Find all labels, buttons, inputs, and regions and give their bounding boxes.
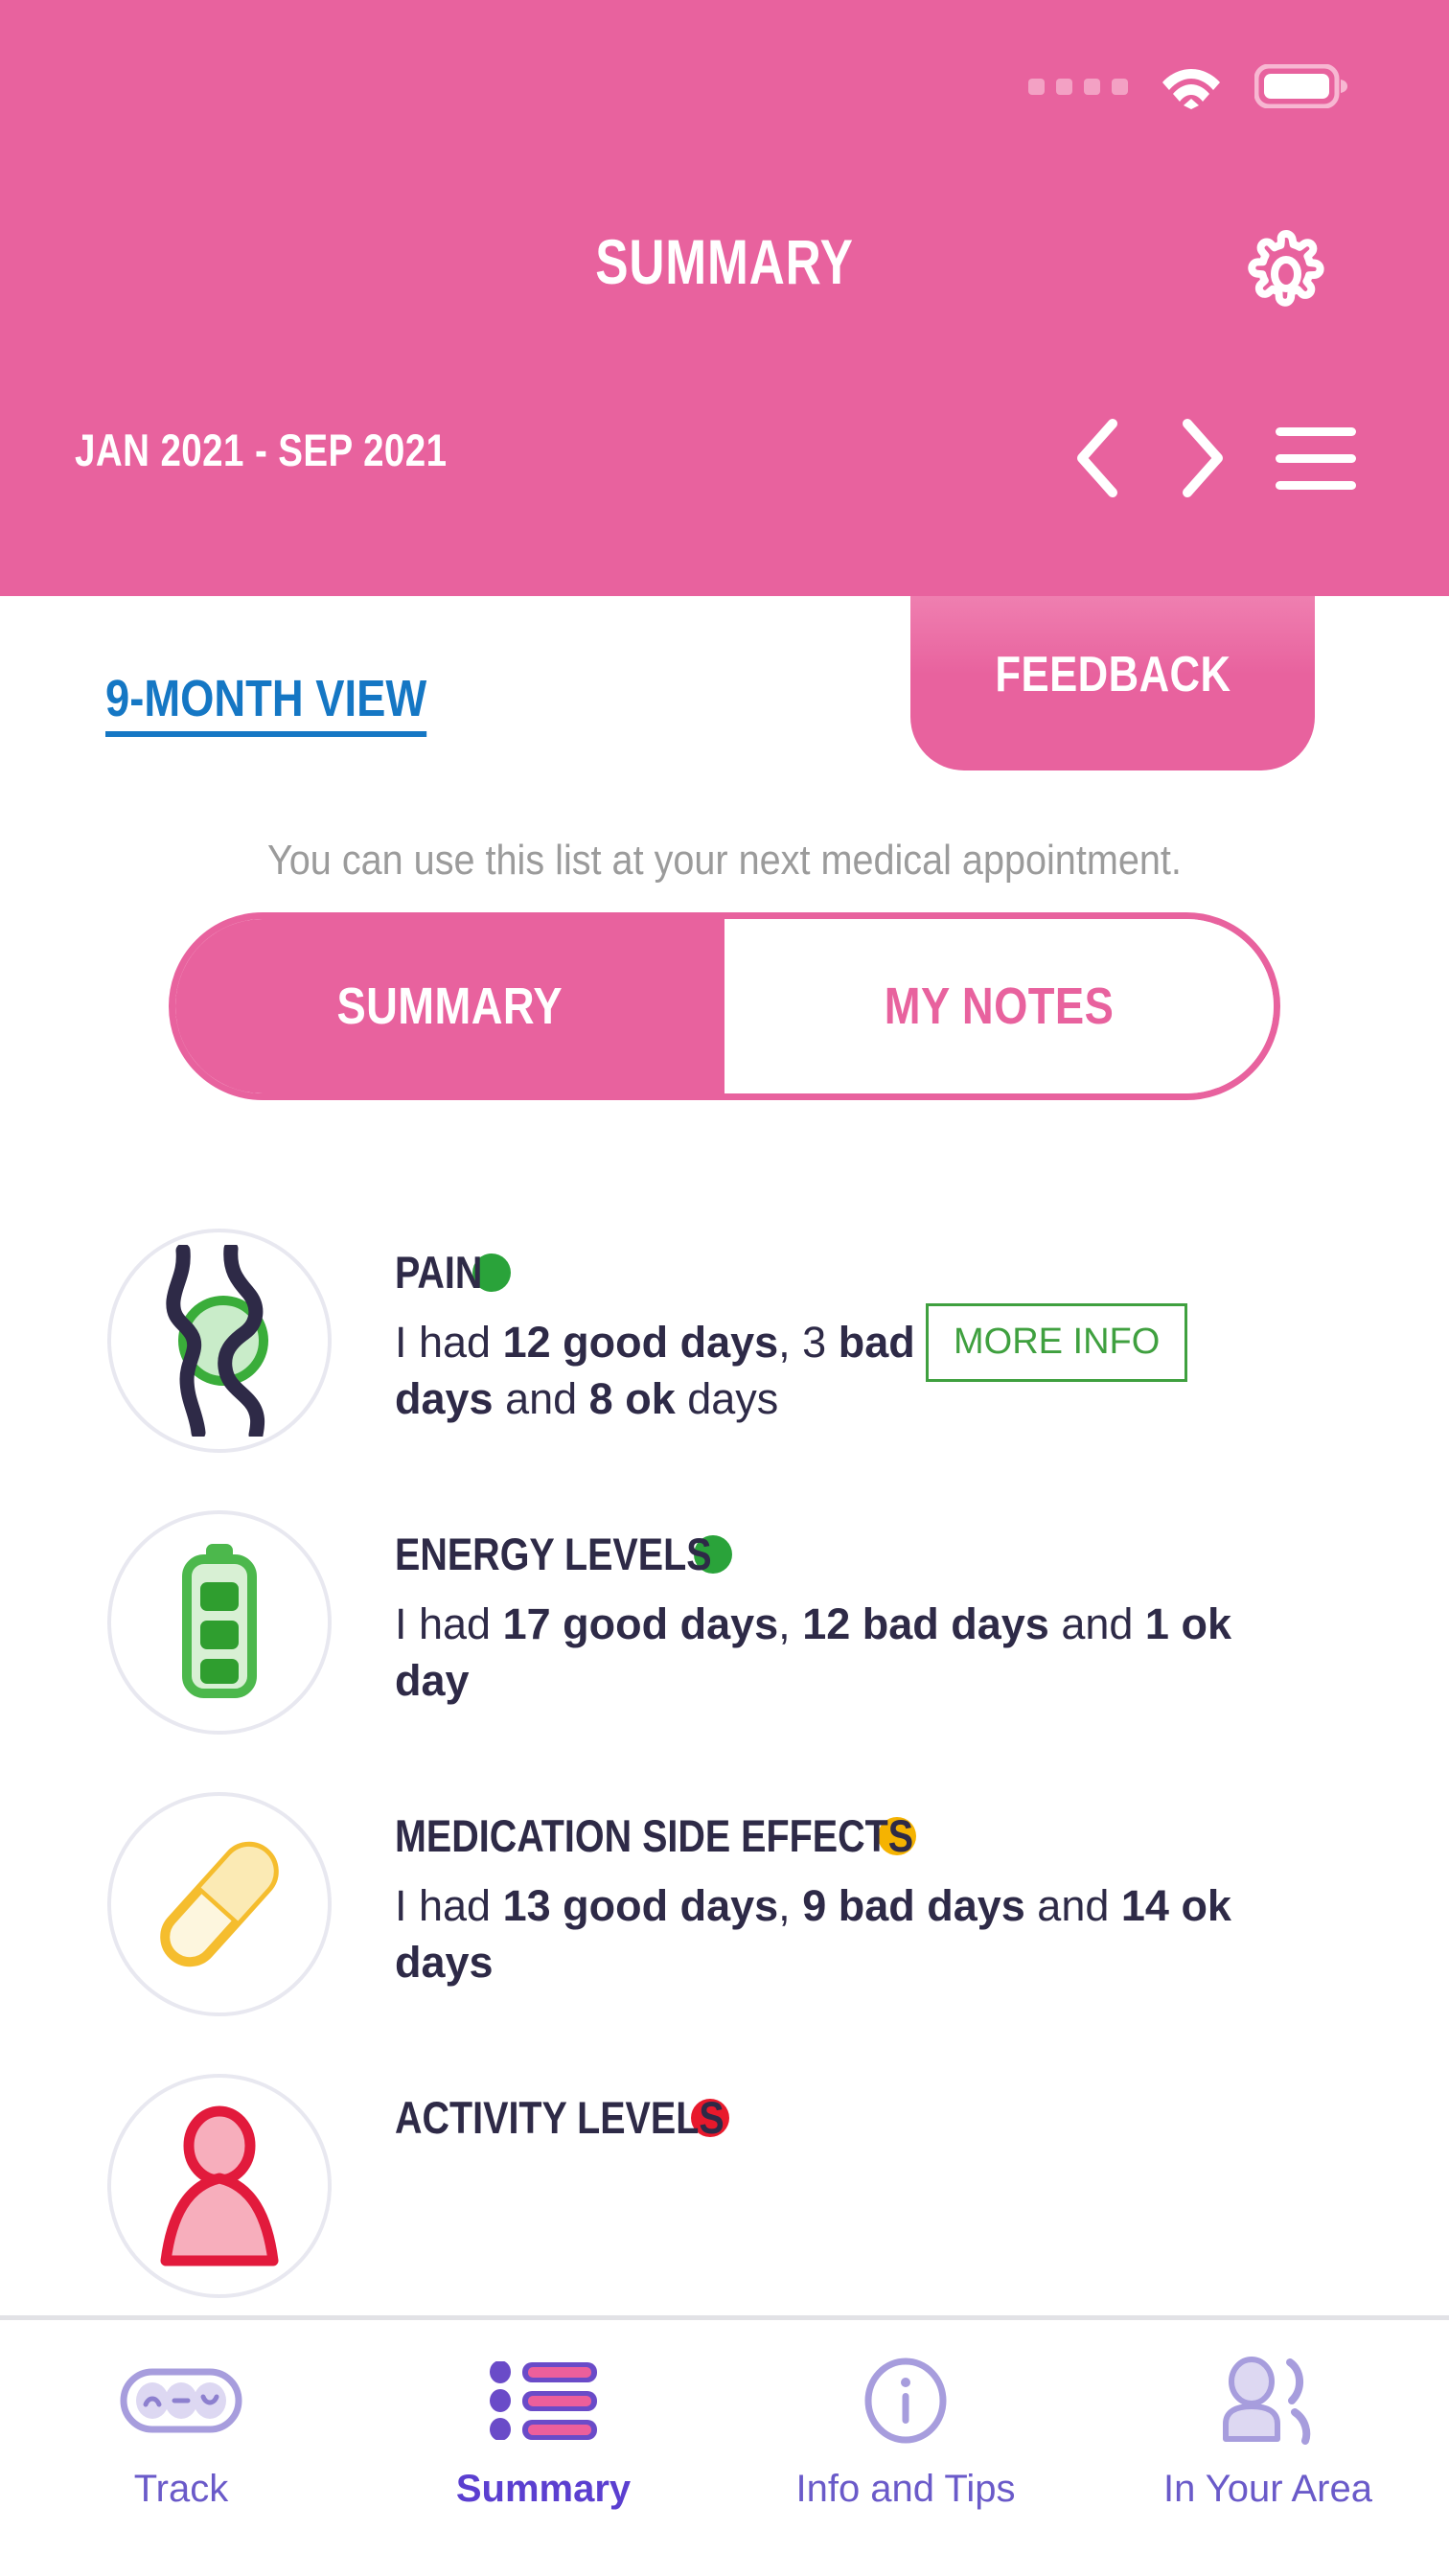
text-part: and: [1024, 1881, 1121, 1930]
list-item-body: PAIN I had 12 good days, 3 bad days and …: [332, 1229, 1449, 1428]
previous-period-button[interactable]: [1045, 410, 1150, 506]
nav-item-track[interactable]: Track: [0, 2320, 362, 2576]
list-item-body: MEDICATION SIDE EFFECTS I had 13 good da…: [332, 1792, 1449, 1991]
summary-notes-toggle: SUMMARY MY NOTES: [169, 912, 1280, 1100]
list-item-header: MEDICATION SIDE EFFECTS: [395, 1813, 1449, 1858]
info-circle-icon: [862, 2357, 950, 2445]
battery-level-icon: [107, 1510, 332, 1735]
text-part: ,: [778, 1881, 803, 1930]
chevron-right-icon: [1183, 419, 1223, 497]
list-item[interactable]: ACTIVITY LEVELS: [0, 2074, 1449, 2315]
list-item-title: ACTIVITY LEVELS: [395, 2092, 724, 2143]
list-item[interactable]: ENERGY LEVELS I had 17 good days, 12 bad…: [0, 1510, 1449, 1792]
battery-full-icon: [1254, 64, 1347, 108]
settings-button[interactable]: [1240, 228, 1332, 320]
text-part: ,: [778, 1599, 803, 1648]
person-signal-icon: [1217, 2357, 1319, 2445]
feedback-tab-label: FEEDBACK: [994, 647, 1231, 702]
text-part: days: [675, 1374, 779, 1424]
tab-my-notes-label: MY NOTES: [884, 978, 1115, 1035]
more-info-button[interactable]: MORE INFO: [926, 1303, 1188, 1382]
status-bar: [1028, 58, 1348, 115]
list-item-title: ENERGY LEVELS: [395, 1529, 712, 1579]
list-item-header: PAIN: [395, 1250, 1449, 1295]
nav-label-in-your-area: In Your Area: [1163, 2468, 1372, 2510]
text-part-bold: 17 good days: [502, 1599, 779, 1648]
text-part-bold: 8 ok: [588, 1374, 676, 1424]
nav-item-in-your-area[interactable]: In Your Area: [1087, 2320, 1449, 2576]
main-content: 9-MONTH VIEW You can use this list at yo…: [0, 596, 1449, 2315]
text-part: and: [493, 1374, 589, 1424]
feedback-tab[interactable]: FEEDBACK: [910, 596, 1315, 770]
summary-list: PAIN I had 12 good days, 3 bad days and …: [0, 1229, 1449, 2315]
list-item-text: I had 12 good days, 3 bad days and 8 ok …: [395, 1314, 989, 1428]
nav-item-info-and-tips[interactable]: Info and Tips: [724, 2320, 1087, 2576]
list-item-text: I had 17 good days, 12 bad days and 1 ok…: [395, 1596, 1286, 1710]
text-part: I had: [395, 1881, 503, 1930]
list-item-header: ACTIVITY LEVELS: [395, 2095, 1449, 2140]
tab-summary[interactable]: SUMMARY: [175, 919, 724, 1093]
list-summary-icon: [490, 2357, 597, 2445]
chevron-left-icon: [1077, 419, 1117, 497]
wifi-icon: [1162, 69, 1220, 109]
period-navigation: [1045, 410, 1367, 506]
bottom-navigation: Track Summary Info and Tips In Your Area: [0, 2315, 1449, 2576]
person-activity-icon: [107, 2074, 332, 2298]
list-item-title: PAIN: [395, 1247, 483, 1298]
app-header: SUMMARY JAN 2021 - SEP 2021: [0, 0, 1449, 596]
text-part: and: [1048, 1599, 1145, 1648]
next-period-button[interactable]: [1150, 410, 1255, 506]
nav-label-info-and-tips: Info and Tips: [795, 2468, 1016, 2510]
content-subtitle: You can use this list at your next medic…: [0, 837, 1449, 884]
list-item-body: ENERGY LEVELS I had 17 good days, 12 bad…: [332, 1510, 1449, 1710]
list-item[interactable]: PAIN I had 12 good days, 3 bad days and …: [0, 1229, 1449, 1510]
content-subtitle-text: You can use this list at your next medic…: [267, 837, 1182, 884]
hamburger-menu-icon[interactable]: [1265, 410, 1367, 506]
text-part-bold: 9 bad days: [802, 1881, 1025, 1930]
list-item-header: ENERGY LEVELS: [395, 1531, 1449, 1576]
date-range-label: JAN 2021 - SEP 2021: [75, 425, 448, 475]
text-part: , 3: [778, 1318, 839, 1367]
list-item[interactable]: MEDICATION SIDE EFFECTS I had 13 good da…: [0, 1792, 1449, 2074]
pill-capsule-icon: [107, 1792, 332, 2016]
nav-label-track: Track: [133, 2468, 229, 2510]
tab-summary-label: SUMMARY: [336, 978, 564, 1035]
mood-tracker-icon: [120, 2357, 242, 2445]
text-part-bold: 13 good days: [502, 1881, 779, 1930]
nav-label-summary: Summary: [455, 2468, 632, 2510]
page-title: SUMMARY: [595, 226, 854, 297]
nav-item-summary[interactable]: Summary: [362, 2320, 724, 2576]
tab-my-notes[interactable]: MY NOTES: [724, 919, 1274, 1093]
text-part-bold: 12 bad days: [802, 1599, 1049, 1648]
month-view-link-label: 9-MONTH VIEW: [105, 673, 427, 737]
app-screen: SUMMARY JAN 2021 - SEP 2021 FEEDBACK 9-M…: [0, 0, 1449, 2576]
list-item-text: I had 13 good days, 9 bad days and 14 ok…: [395, 1877, 1286, 1991]
text-part: I had: [395, 1599, 503, 1648]
list-item-title: MEDICATION SIDE EFFECTS: [395, 1810, 914, 1861]
month-view-link[interactable]: 9-MONTH VIEW: [105, 673, 488, 737]
text-part-bold: 12 good days: [502, 1318, 779, 1367]
signal-dots-icon: [1028, 78, 1128, 95]
list-item-body: ACTIVITY LEVELS: [332, 2074, 1449, 2159]
gear-icon: [1248, 230, 1324, 307]
joint-pain-icon: [107, 1229, 332, 1453]
text-part: I had: [395, 1318, 503, 1367]
